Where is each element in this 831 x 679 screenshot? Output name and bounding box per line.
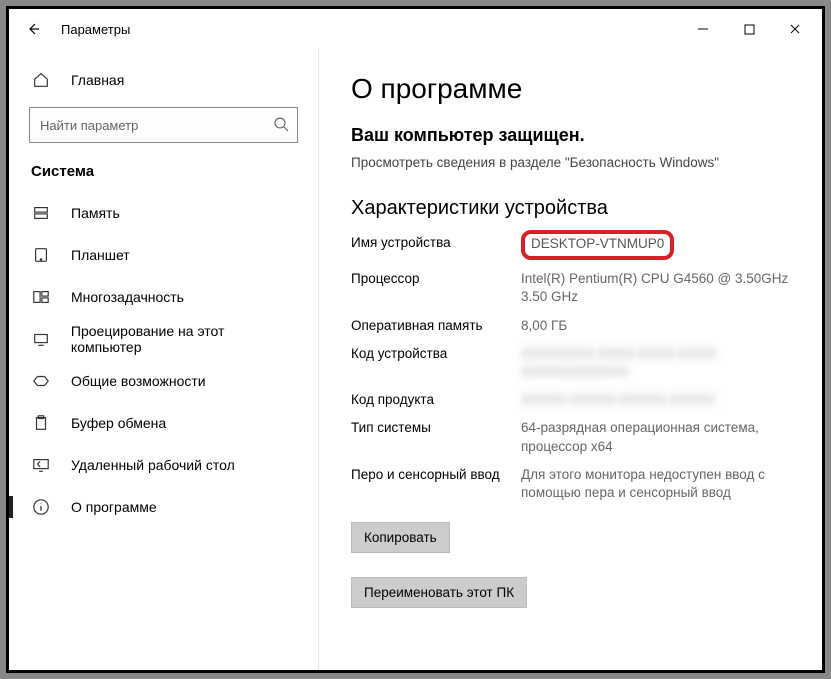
protected-heading: Ваш компьютер защищен. [351,125,794,146]
tablet-icon [29,246,53,264]
main-content: О программе Ваш компьютер защищен. Просм… [319,49,822,670]
sidebar-item-about[interactable]: О программе [9,486,318,528]
home-label: Главная [71,72,124,88]
sidebar-item-remote-desktop[interactable]: Удаленный рабочий стол [9,444,318,486]
home-icon [29,71,53,89]
settings-window: Параметры Главная [6,6,825,673]
sidebar-item-multitasking[interactable]: Многозадачность [9,276,318,318]
spec-value: 8,00 ГБ [521,317,794,335]
spec-ram: Оперативная память 8,00 ГБ [351,317,794,335]
device-name-highlight: DESKTOP-VTNMUP0 [521,230,674,260]
spec-product-id: Код продукта XXXXX-XXXXX-XXXXX-XXXXX [351,391,794,409]
back-button[interactable] [17,13,49,45]
spec-cpu: Процессор Intel(R) Pentium(R) CPU G4560 … [351,270,794,306]
window-controls [680,13,818,45]
spec-label: Перо и сенсорный ввод [351,466,521,502]
close-button[interactable] [772,13,818,45]
sidebar-nav-list: Память Планшет Многозадачность Проециров… [9,192,318,670]
spec-label: Процессор [351,270,521,306]
remote-desktop-icon [29,456,53,474]
spec-system-type: Тип системы 64-разрядная операционная си… [351,419,794,455]
sidebar-item-label: Проецирование на этот компьютер [71,323,298,355]
spec-device-id: Код устройства XXXXXXXX-XXXX-XXXX-XXXX-X… [351,345,794,381]
sidebar-item-label: Память [71,205,120,221]
minimize-button[interactable] [680,13,726,45]
sidebar-item-label: Удаленный рабочий стол [71,457,235,473]
sidebar-item-label: О программе [71,499,157,515]
sidebar-section-system: Система [9,157,318,192]
spec-value: DESKTOP-VTNMUP0 [521,234,794,260]
search-input[interactable] [40,118,273,133]
titlebar: Параметры [9,9,822,49]
storage-icon [29,204,53,222]
spec-value-blurred: XXXXX-XXXXX-XXXXX-XXXXX [521,391,794,409]
projecting-icon [29,330,53,348]
spec-value: 64-разрядная операционная система, проце… [521,419,794,455]
clipboard-icon [29,414,53,432]
spec-label: Имя устройства [351,234,521,260]
sidebar-item-projecting[interactable]: Проецирование на этот компьютер [9,318,318,360]
security-link[interactable]: Просмотреть сведения в разделе "Безопасн… [351,154,794,173]
page-title: О программе [351,73,794,105]
sidebar-item-label: Планшет [71,247,130,263]
spec-pen-touch: Перо и сенсорный ввод Для этого монитора… [351,466,794,502]
maximize-button[interactable] [726,13,772,45]
specs-heading: Характеристики устройства [351,197,794,220]
sidebar-item-memory[interactable]: Память [9,192,318,234]
spec-label: Оперативная память [351,317,521,335]
home-link[interactable]: Главная [9,59,318,101]
rename-pc-button[interactable]: Переименовать этот ПК [351,577,527,608]
spec-label: Код устройства [351,345,521,381]
sidebar-item-label: Многозадачность [71,289,184,305]
sidebar: Главная Система Память Планшет [9,49,319,670]
sidebar-item-label: Буфер обмена [71,415,166,431]
sidebar-item-shared[interactable]: Общие возможности [9,360,318,402]
spec-label: Тип системы [351,419,521,455]
info-icon [29,498,53,516]
sidebar-item-tablet[interactable]: Планшет [9,234,318,276]
multitasking-icon [29,288,53,306]
sidebar-item-label: Общие возможности [71,373,206,389]
sidebar-item-clipboard[interactable]: Буфер обмена [9,402,318,444]
spec-value: Для этого монитора недоступен ввод с пом… [521,466,794,502]
window-body: Главная Система Память Планшет [9,49,822,670]
search-icon [273,116,289,135]
spec-value-blurred: XXXXXXXX-XXXX-XXXX-XXXX-XXXXXXXXXXXX [521,345,794,381]
spec-value: Intel(R) Pentium(R) CPU G4560 @ 3.50GHz … [521,270,794,306]
window-title: Параметры [61,22,130,37]
copy-button[interactable]: Копировать [351,522,450,553]
spec-label: Код продукта [351,391,521,409]
search-box[interactable] [29,107,298,143]
shared-icon [29,372,53,390]
spec-device-name: Имя устройства DESKTOP-VTNMUP0 [351,234,794,260]
